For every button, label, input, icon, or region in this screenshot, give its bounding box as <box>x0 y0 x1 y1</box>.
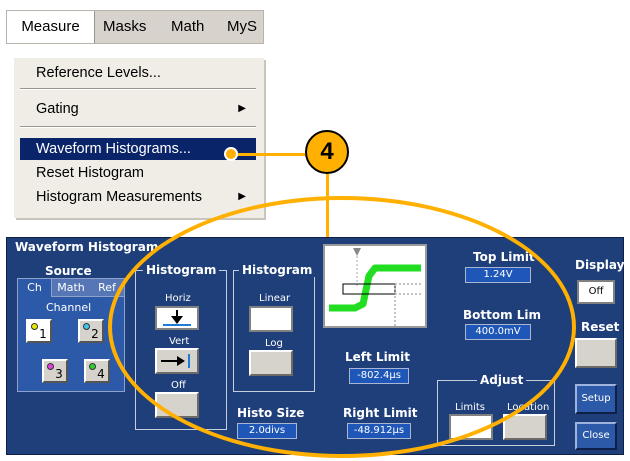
callout-line <box>232 153 308 156</box>
menu-math[interactable]: Math <box>167 11 208 43</box>
channel-4-color-icon <box>89 363 96 370</box>
tab-ch[interactable]: Ch <box>18 279 52 297</box>
display-label: Display <box>575 258 625 272</box>
panel-title: Waveform Histogram <box>15 240 159 254</box>
close-button[interactable]: Close <box>575 422 617 450</box>
channel-2-button[interactable]: 2 <box>78 319 104 343</box>
tab-math[interactable]: Math <box>52 279 90 297</box>
menu-separator <box>20 88 256 90</box>
menu-item-gating-label: Gating <box>36 101 79 117</box>
channel-label: Channel <box>46 301 92 314</box>
channel-1-label: 1 <box>39 327 47 341</box>
callout-highlight-oval <box>108 196 576 458</box>
menu-item-reset-histogram[interactable]: Reset Histogram <box>20 162 256 184</box>
menu-item-waveform-histograms[interactable]: Waveform Histograms... <box>20 138 256 160</box>
channel-3-color-icon <box>47 363 54 370</box>
reset-button[interactable] <box>575 338 617 368</box>
submenu-arrow-icon: ▶ <box>238 103 246 114</box>
callout-number: 4 <box>305 130 349 174</box>
menu-separator <box>20 126 256 128</box>
channel-4-button[interactable]: 4 <box>84 359 110 383</box>
measure-dropdown-menu: Reference Levels... Gating ▶ Waveform Hi… <box>14 58 264 218</box>
channel-1-color-icon <box>31 323 38 330</box>
channel-3-button[interactable]: 3 <box>42 359 68 383</box>
reset-label: Reset <box>581 320 620 334</box>
channel-2-label: 2 <box>91 327 99 341</box>
display-toggle[interactable]: Off <box>577 280 615 304</box>
menu-item-reference-levels[interactable]: Reference Levels... <box>20 62 256 84</box>
callout-dot <box>224 147 238 161</box>
menu-item-gating[interactable]: Gating ▶ <box>20 98 256 120</box>
channel-4-label: 4 <box>97 367 105 381</box>
submenu-arrow-icon: ▶ <box>238 191 246 202</box>
channel-2-color-icon <box>83 323 90 330</box>
menu-bar: Measure Masks Math MyS <box>6 10 264 44</box>
menu-item-histogram-measurements-label: Histogram Measurements <box>36 189 202 205</box>
menu-mys[interactable]: MyS <box>223 11 263 43</box>
menu-measure[interactable]: Measure <box>7 11 95 43</box>
menu-item-histogram-measurements[interactable]: Histogram Measurements ▶ <box>20 186 256 208</box>
menu-masks[interactable]: Masks <box>99 11 150 43</box>
source-label: Source <box>45 264 92 278</box>
channel-1-button[interactable]: 1 <box>26 319 52 343</box>
channel-3-label: 3 <box>55 367 63 381</box>
setup-button[interactable]: Setup <box>575 384 617 414</box>
